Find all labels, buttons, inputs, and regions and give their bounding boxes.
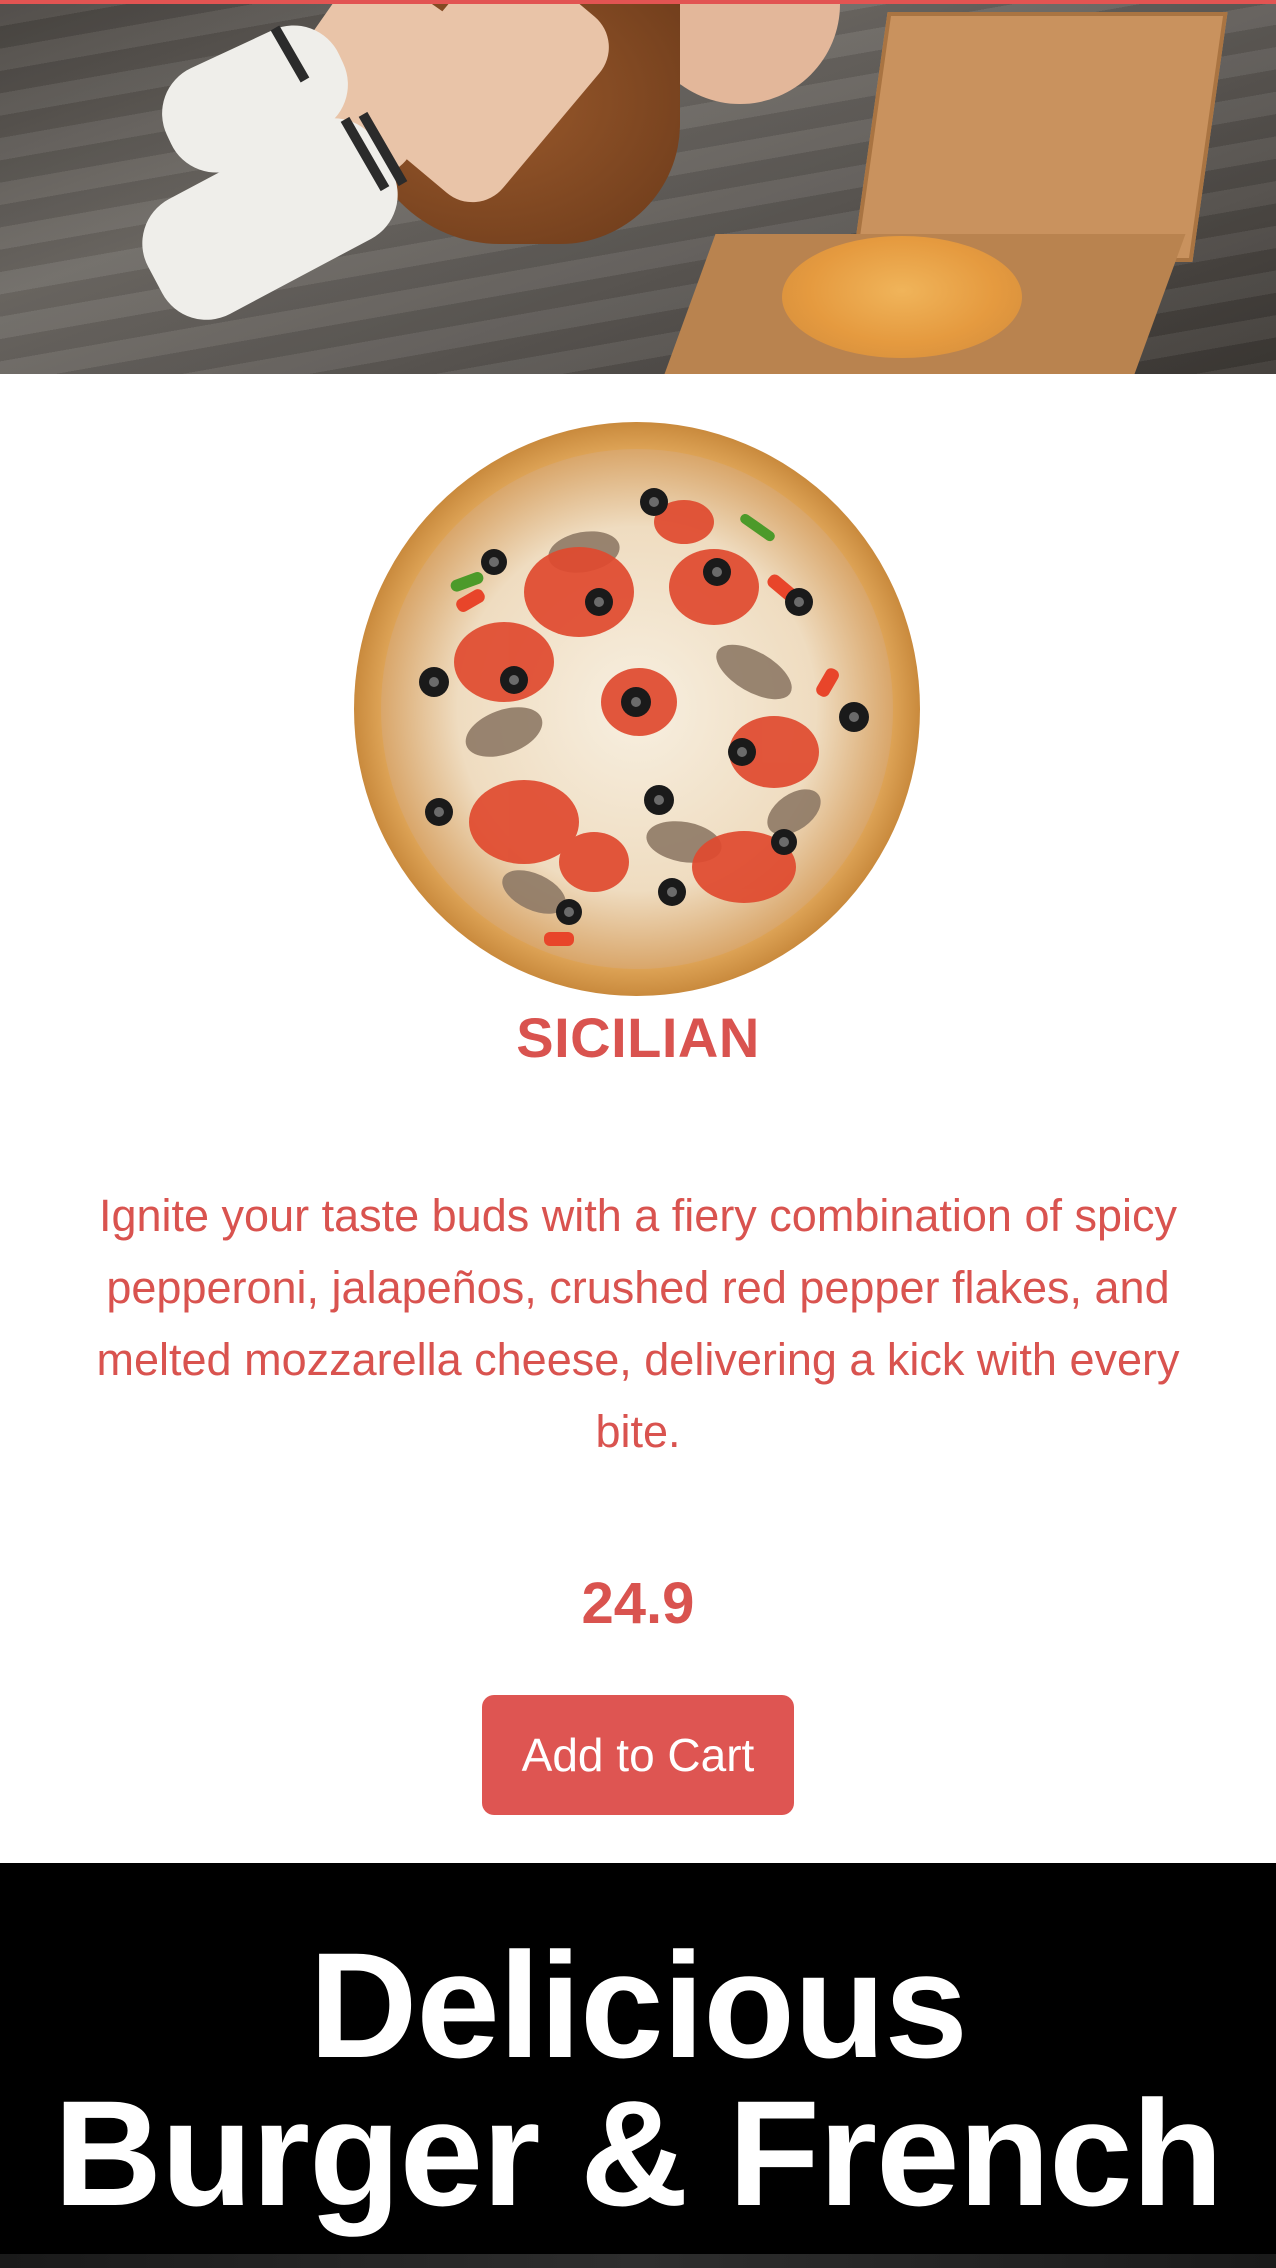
pizza-image <box>354 422 920 996</box>
banner-heading-line2: Burger & French <box>53 2069 1224 2237</box>
product-price: 24.9 <box>581 1571 695 1636</box>
pizza-slices <box>782 236 1022 358</box>
hero-photo <box>0 0 1276 374</box>
promo-banner: Delicious Burger & French <box>0 1863 1276 2268</box>
banner-heading: Delicious Burger & French <box>0 1930 1276 2228</box>
product-title: SICILIAN <box>516 1006 760 1069</box>
pizza-box-lid <box>852 12 1228 262</box>
add-to-cart-button[interactable]: Add to Cart <box>482 1695 794 1815</box>
product-description: Ignite your taste buds with a fiery comb… <box>96 1190 1180 1457</box>
banner-heading-line1: Delicious <box>309 1921 968 2089</box>
banner-bottom-strip <box>0 2254 1276 2268</box>
